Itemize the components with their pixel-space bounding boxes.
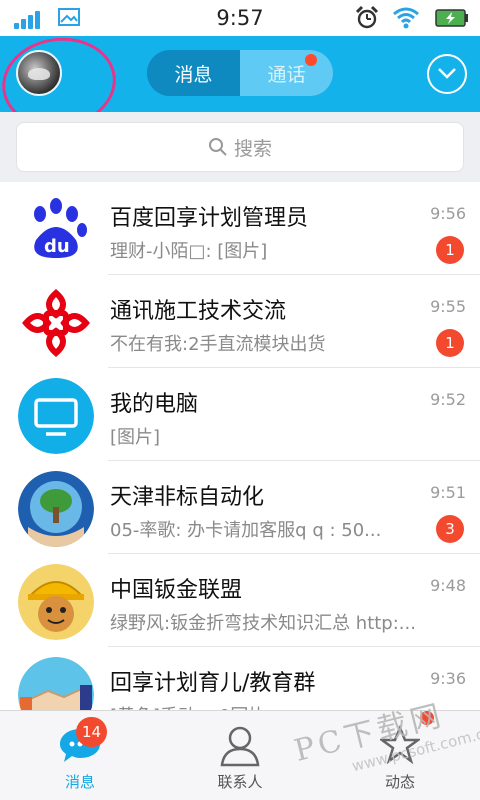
conversation-item[interactable]: 通讯施工技术交流 不在有我:2手直流模块出货 9:55 1 <box>0 275 480 368</box>
conversation-time: 9:36 <box>430 669 466 688</box>
china-unicom-knot-icon <box>18 285 94 361</box>
search-placeholder: 搜索 <box>233 137 272 160</box>
tab-calls[interactable]: 通话 <box>240 50 333 96</box>
conversation-time: 9:51 <box>430 483 466 502</box>
conversation-item[interactable]: 中国钣金联盟 绿野风:钣金折弯技术知识汇总 http:... 9:48 <box>0 554 480 647</box>
conversation-preview: 不在有我:2手直流模块出货 <box>110 334 326 355</box>
tab-messages-bottom[interactable]: 14 消息 <box>0 711 160 800</box>
conversation-time: 9:55 <box>430 297 466 316</box>
monitor-icon <box>18 378 94 454</box>
more-menu-button[interactable] <box>427 54 467 94</box>
conversation-time: 9:48 <box>430 576 466 595</box>
tab-label: 消息 <box>64 773 95 791</box>
battery-charging-icon <box>435 9 468 27</box>
conversation-title: 我的电脑 <box>110 392 199 417</box>
bottom-tab-bar: 14 消息 联系人 动态 <box>0 710 480 800</box>
app-root: 9:57 消息 通话 搜索 du 百度回享计划管理员 理财-小陌□: [图片] … <box>0 0 480 800</box>
conversation-preview: [图片] <box>110 427 161 448</box>
search-area: 搜索 <box>0 112 480 182</box>
conversation-list: du 百度回享计划管理员 理财-小陌□: [图片] 9:56 1 通讯施工技术交… <box>0 182 480 710</box>
worker-cartoon-icon <box>18 564 94 640</box>
calls-notification-dot <box>305 54 317 66</box>
chevron-down-icon <box>438 68 456 79</box>
tree-globe-icon <box>18 471 94 547</box>
handshake-icon <box>18 657 94 710</box>
conversation-item[interactable]: 天津非标自动化 05-率歌: 办卡请加客服q q : 50... 9:51 3 <box>0 461 480 554</box>
conversation-title: 中国钣金联盟 <box>110 578 243 603</box>
status-bar: 9:57 <box>0 0 480 36</box>
baidu-paw-icon: du <box>18 192 94 268</box>
tab-label: 动态 <box>384 773 415 791</box>
search-icon <box>208 138 227 156</box>
search-input[interactable]: 搜索 <box>16 122 464 172</box>
conversation-item[interactable]: 回享计划育儿/教育群 [黄色]手动... 0回执... 9:36 <box>0 647 480 710</box>
messages-count-badge: 14 <box>76 717 108 747</box>
unread-badge: 1 <box>436 236 464 264</box>
conversation-preview: [黄色]手动... 0回执... <box>110 702 430 710</box>
tab-messages[interactable]: 消息 <box>147 50 240 96</box>
unread-badge: 3 <box>436 515 464 543</box>
moments-notification-dot <box>420 711 434 725</box>
conversation-time: 9:52 <box>430 390 466 409</box>
tab-contacts[interactable]: 联系人 <box>160 711 320 800</box>
star-moments-icon <box>380 725 420 765</box>
conversation-preview: 理财-小陌□: [图片] <box>110 241 268 262</box>
conversation-preview: 05-率歌: 办卡请加客服q q : 50... <box>110 520 382 541</box>
wifi-icon <box>393 7 419 29</box>
svg-text:du: du <box>44 236 70 257</box>
conversation-item[interactable]: du 百度回享计划管理员 理财-小陌□: [图片] 9:56 1 <box>0 182 480 275</box>
tab-moments[interactable]: 动态 <box>320 711 480 800</box>
conversation-title: 回享计划育儿/教育群 <box>110 671 316 696</box>
conversation-title: 通讯施工技术交流 <box>110 299 287 324</box>
tab-label: 联系人 <box>217 773 263 791</box>
conversation-preview: 绿野风:钣金折弯技术知识汇总 http:... <box>110 613 416 634</box>
conversation-time: 9:56 <box>430 204 466 223</box>
conversation-title: 百度回享计划管理员 <box>110 206 309 231</box>
alarm-clock-icon <box>355 5 379 29</box>
conversation-title: 天津非标自动化 <box>110 485 265 510</box>
contact-person-icon <box>220 726 260 767</box>
conversation-item[interactable]: 我的电脑 [图片] 9:52 <box>0 368 480 461</box>
unread-badge: 1 <box>436 329 464 357</box>
